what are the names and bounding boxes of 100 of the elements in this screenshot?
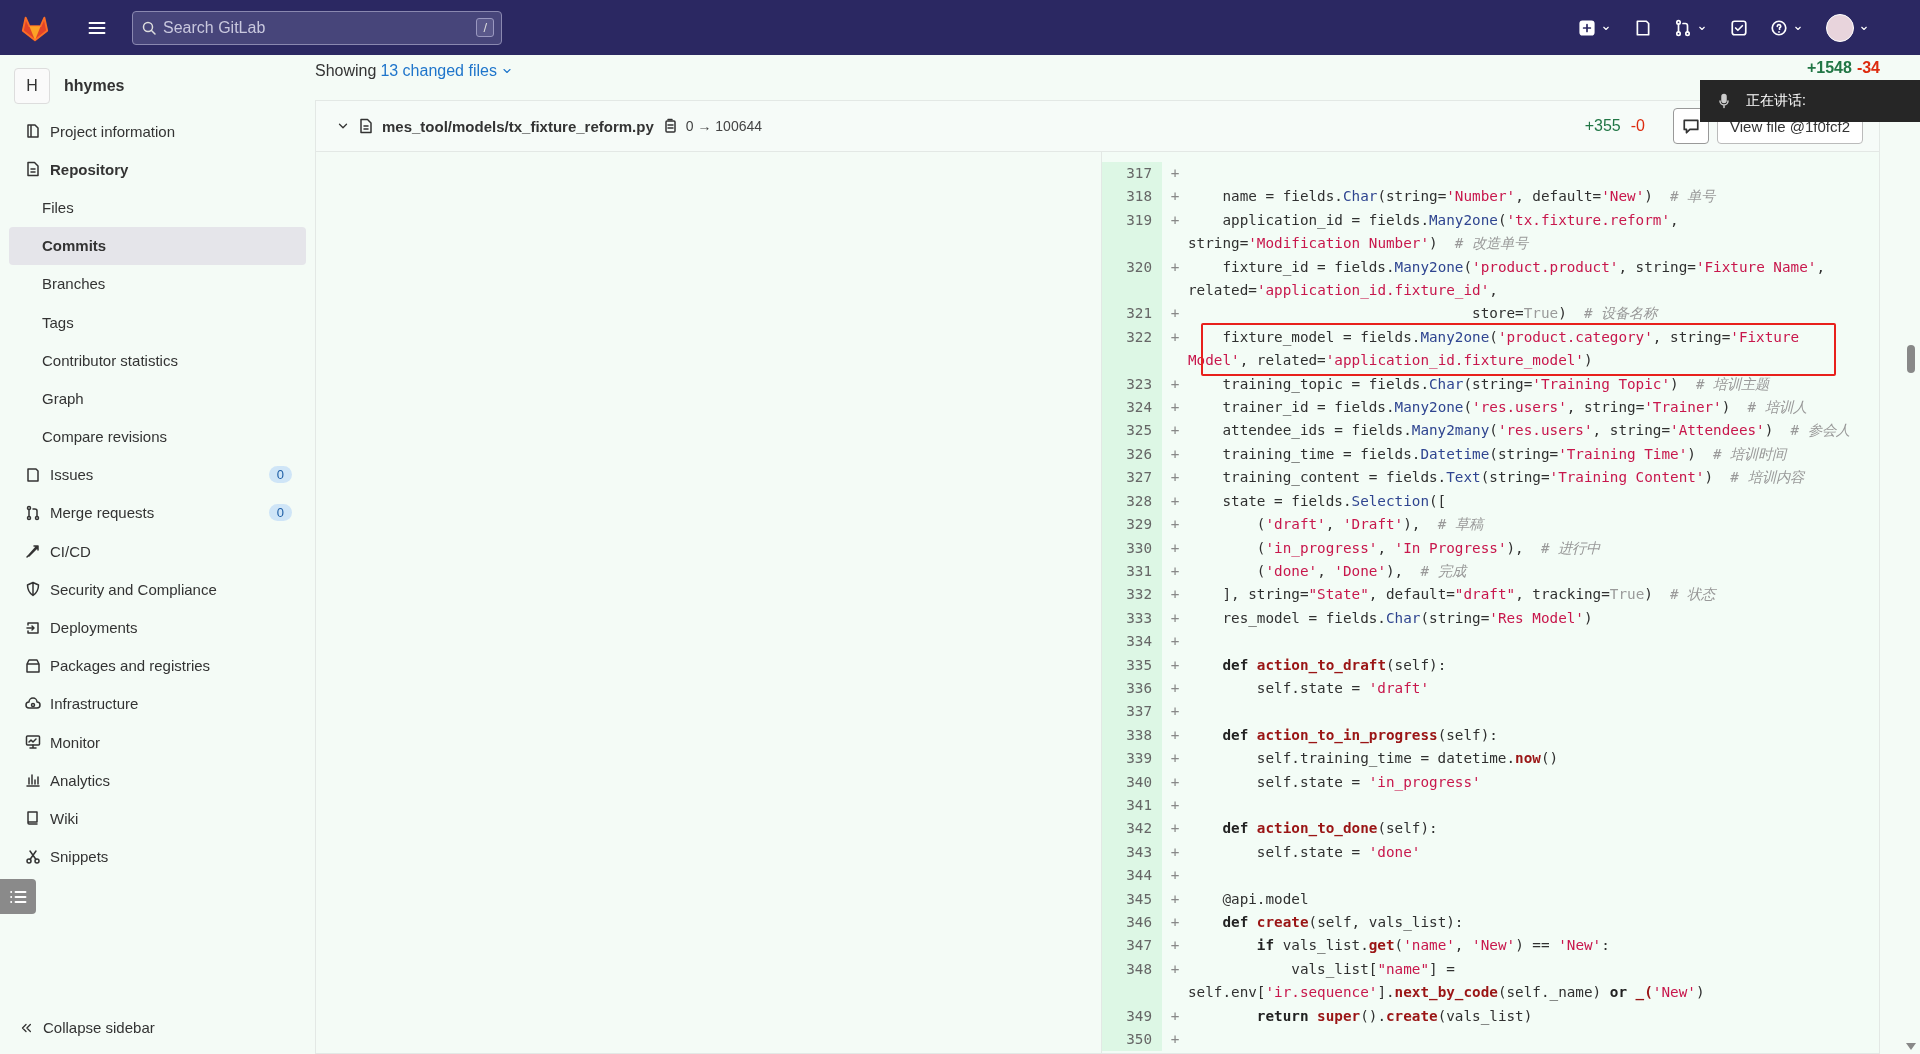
diff-sign: + — [1169, 1006, 1181, 1026]
sidebar-item[interactable]: Infrastructure — [9, 684, 306, 723]
help-button[interactable] — [1770, 18, 1804, 37]
code-line: self.training_time = datetime.now() — [1255, 749, 1560, 769]
diff-sign: + — [1169, 632, 1181, 652]
diff-sign: + — [1169, 187, 1181, 207]
sidebar-item[interactable]: Monitor — [9, 723, 306, 762]
sidebar-item[interactable]: Issues 0 — [9, 455, 306, 494]
code-line: def action_to_in_progress(self): — [1221, 725, 1499, 746]
sidebar-subitem[interactable]: Files — [9, 188, 306, 227]
sidebar-item[interactable]: Project information — [9, 112, 306, 151]
deletions-count: -34 — [1856, 59, 1880, 78]
project-avatar[interactable]: H — [14, 68, 50, 104]
diff-sign: + — [1169, 561, 1181, 581]
code-line: @api.model — [1221, 889, 1310, 909]
diff-sign: + — [1169, 398, 1181, 418]
diff-sign: + — [1169, 515, 1181, 535]
line-number: 320 — [1102, 255, 1162, 303]
line-number: 324 — [1102, 396, 1162, 420]
merge-requests-icon — [1674, 18, 1692, 37]
diff-sign: + — [1169, 702, 1181, 722]
code-line: self.env['ir.sequence'].next_by_code(self._name) or _('New') — [1188, 983, 1706, 1003]
new-icon — [1578, 18, 1596, 37]
line-number: 339 — [1102, 747, 1162, 771]
code-line: if vals_list.get('name', 'New') == 'New': — [1255, 936, 1611, 956]
sidebar-subitem[interactable]: Compare revisions — [9, 417, 306, 456]
line-number: 327 — [1102, 466, 1162, 490]
line-number: 322 — [1102, 325, 1162, 373]
diff-sign: + — [1169, 468, 1181, 488]
sidebar-subitem[interactable]: Graph — [9, 379, 306, 418]
changed-files-link[interactable]: 13 changed files — [380, 62, 497, 80]
new-button[interactable] — [1578, 18, 1612, 37]
list-button[interactable] — [0, 879, 36, 914]
scissors-icon — [25, 848, 41, 865]
additions-count: +1548 — [1806, 59, 1852, 78]
monitor-icon — [25, 734, 41, 751]
sidebar-item[interactable]: Merge requests 0 — [9, 493, 306, 533]
sidebar-item[interactable]: Snippets — [9, 837, 306, 876]
sidebar-item[interactable]: Repository — [9, 150, 306, 189]
file-icon — [358, 118, 374, 134]
code-line: trainer_id = fields.Many2one('res.users', string='Trainer') # 培训人 — [1221, 398, 1808, 418]
user-menu-button[interactable] — [1826, 13, 1870, 42]
microphone-icon — [1716, 93, 1732, 109]
comment-icon — [1682, 117, 1700, 135]
sidebar-subitem[interactable]: Tags — [9, 302, 306, 342]
code-line: def action_to_done(self): — [1221, 819, 1439, 839]
diff-sign: + — [1169, 772, 1181, 792]
code-line: state = fields.Selection([ — [1221, 491, 1448, 511]
diff-sign: + — [1169, 257, 1181, 277]
line-number: 332 — [1102, 583, 1162, 607]
code-line: ('in_progress', 'In Progress'), # 进行中 — [1255, 538, 1602, 559]
diff-sign: + — [1169, 538, 1181, 558]
line-number: 346 — [1102, 911, 1162, 935]
scroll-down-arrow[interactable] — [1906, 1043, 1916, 1050]
diff-sign: + — [1169, 866, 1181, 886]
comment-button[interactable] — [1673, 108, 1709, 144]
collapse-sidebar-button[interactable]: Collapse sidebar — [9, 1019, 306, 1054]
line-number: 330 — [1102, 536, 1162, 560]
sidebar-item[interactable]: Analytics — [9, 761, 306, 800]
package-icon — [25, 657, 41, 674]
code-line: training_time = fields.Datetime(string='Training Time') # 培训时间 — [1221, 444, 1789, 465]
code-line: ], string="State", default="draft", tracking=True) # 状态 — [1221, 585, 1718, 605]
todo-button[interactable] — [1730, 18, 1748, 37]
code-line: self.state = 'done' — [1255, 842, 1422, 862]
diff-sign: + — [1169, 585, 1181, 605]
diff-sign: + — [1169, 655, 1181, 675]
diff-sign: + — [1169, 304, 1181, 324]
diff-sign: + — [1169, 936, 1181, 956]
line-number: 337 — [1102, 700, 1162, 724]
line-number: 338 — [1102, 723, 1162, 748]
diff-sign: + — [1169, 795, 1181, 815]
file-path[interactable]: mes_tool/models/tx_fixture_reform.py — [382, 117, 654, 135]
sidebar-item[interactable]: Deployments — [9, 608, 306, 647]
diff-sign: + — [1169, 678, 1181, 698]
sidebar-item[interactable]: Wiki — [9, 799, 306, 838]
sidebar-item[interactable]: Packages and registries — [9, 646, 306, 685]
code-line: training_content = fields.Text(string='Training Content') # 培训内容 — [1221, 468, 1806, 488]
document-icon — [25, 161, 41, 178]
code-line: fixture_model = fields.Many2one('product.category', string='Fixture — [1221, 327, 1801, 348]
count-badge: 0 — [268, 504, 292, 522]
file-deletions: -0 — [1630, 117, 1645, 135]
line-number: 336 — [1102, 676, 1162, 701]
sidebar-subitem[interactable]: Branches — [9, 264, 306, 303]
merge-requests-button[interactable] — [1674, 18, 1708, 37]
diff-sign: + — [1169, 959, 1181, 979]
chart-icon — [25, 772, 41, 789]
line-number: 347 — [1102, 934, 1162, 958]
sidebar-item[interactable]: Security and Compliance — [9, 570, 306, 609]
line-number: 350 — [1102, 1028, 1162, 1052]
sidebar-item[interactable]: CI/CD — [9, 532, 306, 571]
line-number: 325 — [1102, 419, 1162, 443]
file-mode: 0 → 100644 — [685, 118, 763, 134]
line-number: 326 — [1102, 442, 1162, 467]
sidebar-subitem[interactable]: Contributor statistics — [9, 341, 306, 380]
user-avatar — [1826, 13, 1854, 42]
scrollbar-thumb[interactable] — [1907, 345, 1915, 373]
diff-sign: + — [1169, 842, 1181, 862]
project-name[interactable]: hhymes — [64, 77, 125, 95]
diff-sign: + — [1169, 725, 1181, 745]
sidebar-subitem[interactable]: Commits — [9, 226, 306, 265]
